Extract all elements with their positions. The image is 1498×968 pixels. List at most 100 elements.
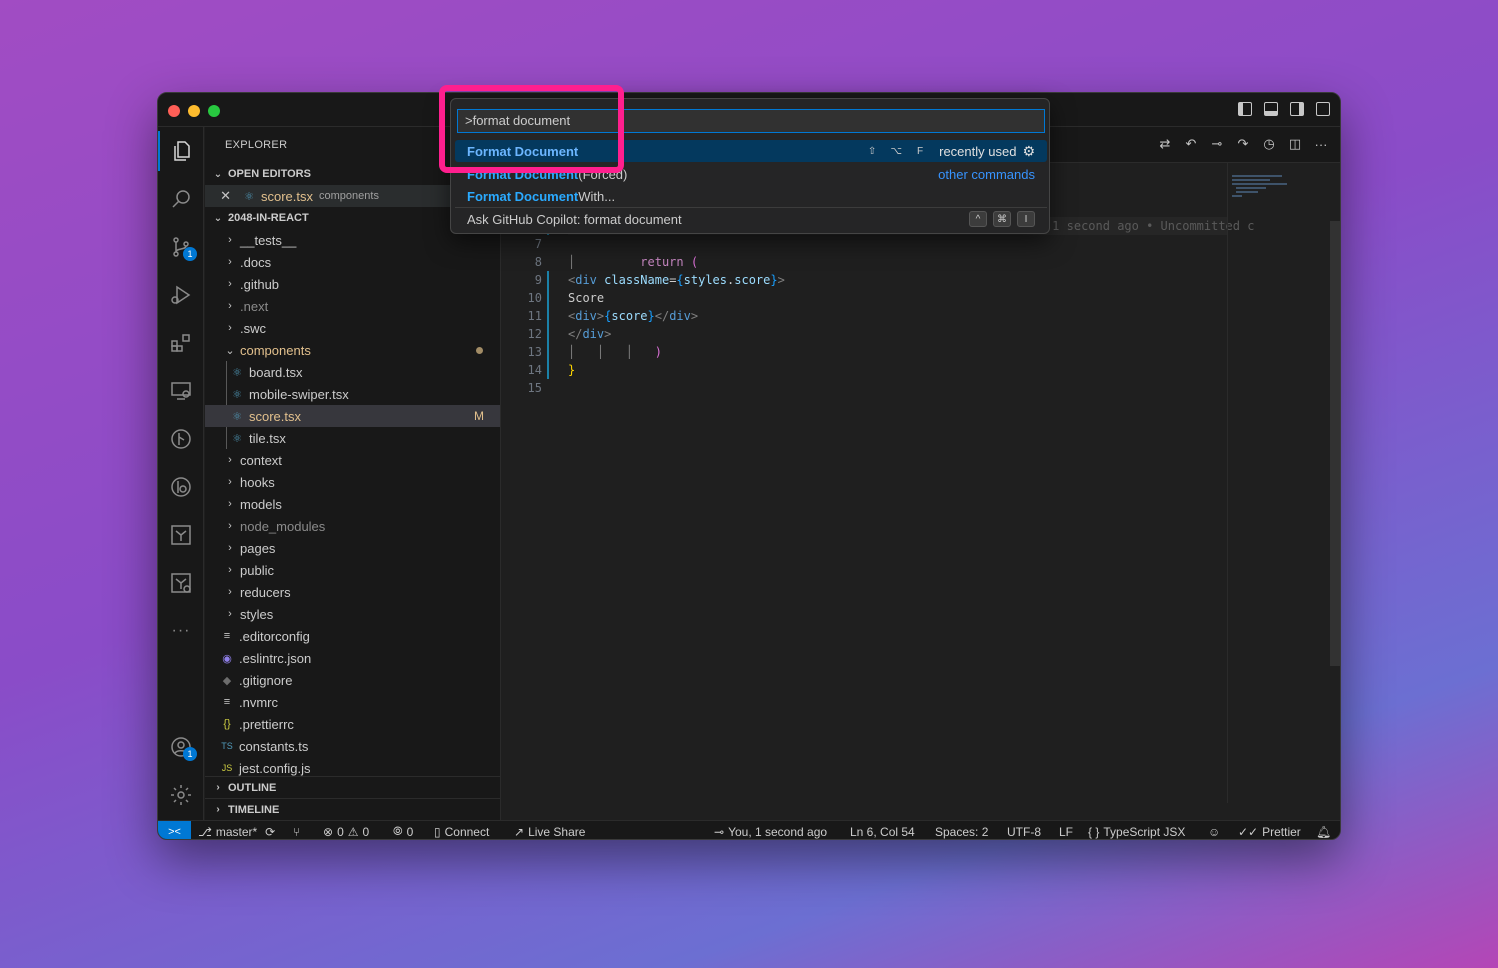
explorer-title: EXPLORER: [225, 139, 288, 151]
remote-explorer-icon[interactable]: [158, 371, 204, 411]
shift-key: ⇧: [867, 145, 877, 157]
git-graph-icon[interactable]: [158, 419, 204, 459]
search-icon[interactable]: [158, 179, 204, 219]
gear-icon[interactable]: ⚙: [1022, 143, 1035, 160]
ports-status[interactable]: ⦾ 0: [393, 821, 413, 839]
folder-public[interactable]: › public: [205, 559, 500, 581]
file-board[interactable]: ⚛ board.tsx: [205, 361, 500, 383]
folder-components[interactable]: ⌄ components: [205, 339, 500, 361]
minimap[interactable]: [1227, 163, 1340, 803]
tree-view-icon[interactable]: [158, 515, 204, 555]
error-icon: ⊗: [323, 824, 334, 839]
database-icon: ▯: [434, 824, 441, 839]
palette-item-ask-copilot[interactable]: Ask GitHub Copilot: format document ^ ⌘ …: [455, 208, 1047, 230]
close-editor-icon[interactable]: ✕: [205, 188, 231, 204]
folder-next[interactable]: › .next: [205, 295, 500, 317]
run-debug-icon[interactable]: [158, 275, 204, 315]
customize-layout-icon[interactable]: [1316, 102, 1330, 116]
chevron-down-icon: ⌄: [213, 168, 223, 180]
split-editor-icon[interactable]: ◫: [1288, 136, 1302, 151]
commit-icon[interactable]: ⊸: [1210, 136, 1224, 151]
react-file-icon: ⚛: [232, 388, 242, 401]
folder-swc[interactable]: › .swc: [205, 317, 500, 339]
file-editorconfig[interactable]: ≡ .editorconfig: [205, 625, 500, 647]
source-control-icon[interactable]: 1: [158, 227, 204, 267]
chevron-right-icon: ›: [216, 804, 220, 815]
toggle-primary-sidebar-icon[interactable]: [1238, 102, 1252, 116]
folder-reducers[interactable]: › reducers: [205, 581, 500, 603]
open-editor-name: score.tsx: [261, 188, 314, 204]
go-back-icon[interactable]: ↶: [1184, 136, 1198, 151]
explorer-icon[interactable]: [158, 131, 204, 171]
file-score[interactable]: ⚛ score.tsx M: [205, 405, 500, 427]
minimize-window-button[interactable]: [188, 105, 200, 117]
chevron-right-icon: ›: [228, 234, 232, 246]
encoding-status[interactable]: UTF-8: [1007, 821, 1041, 839]
live-share-status[interactable]: ↗ Live Share: [514, 821, 585, 839]
minimap-line: [1236, 187, 1266, 189]
file-eslintrc[interactable]: ◉ .eslintrc.json: [205, 647, 500, 669]
folder-node-modules[interactable]: › node_modules: [205, 515, 500, 537]
folder-github[interactable]: › .github: [205, 273, 500, 295]
accounts-icon[interactable]: 1: [158, 727, 204, 767]
more-icon[interactable]: ···: [158, 611, 204, 651]
folder-pages[interactable]: › pages: [205, 537, 500, 559]
chevron-right-icon: ›: [228, 586, 232, 598]
extensions-icon[interactable]: [158, 323, 204, 363]
file-nvmrc[interactable]: ≡ .nvmrc: [205, 691, 500, 713]
line-number: 10: [527, 291, 542, 305]
outline-header[interactable]: › OUTLINE: [205, 776, 500, 798]
cursor-position[interactable]: Ln 6, Col 54: [850, 821, 915, 839]
eol-status[interactable]: LF: [1059, 821, 1073, 839]
more-actions-icon[interactable]: ···: [1314, 137, 1328, 152]
blame-status[interactable]: ⊸ You, 1 second ago: [714, 821, 827, 839]
file-gitignore[interactable]: ◆ .gitignore: [205, 669, 500, 691]
folder-context[interactable]: › context: [205, 449, 500, 471]
gitlens-icon[interactable]: [158, 467, 204, 507]
chevron-right-icon: ›: [228, 476, 232, 488]
live-share-icon: ↗: [514, 824, 525, 839]
file-constants[interactable]: TS constants.ts: [205, 735, 500, 757]
maximize-window-button[interactable]: [208, 105, 220, 117]
language-status[interactable]: { } TypeScript JSX: [1088, 821, 1185, 839]
open-changes-icon[interactable]: ⇄: [1158, 136, 1172, 151]
branch-status[interactable]: ⎇ master* ⟳: [198, 821, 275, 839]
other-commands-link[interactable]: other commands: [938, 167, 1035, 182]
chevron-right-icon: ›: [228, 322, 232, 334]
chevron-right-icon: ›: [228, 608, 232, 620]
minimap-line: [1232, 183, 1287, 185]
tree-view-alt-icon[interactable]: [158, 563, 204, 603]
eslint-file-icon: ◉: [222, 652, 232, 665]
folder-models[interactable]: › models: [205, 493, 500, 515]
close-window-button[interactable]: [168, 105, 180, 117]
toggle-panel-icon[interactable]: [1264, 102, 1278, 116]
react-file-icon: ⚛: [232, 432, 242, 445]
palette-item-format-document-with[interactable]: Format Document With...: [455, 185, 1047, 207]
file-tile[interactable]: ⚛ tile.tsx: [205, 427, 500, 449]
settings-file-icon: ≡: [223, 630, 231, 642]
file-mobile-swiper[interactable]: ⚛ mobile-swiper.tsx: [205, 383, 500, 405]
notifications-bell-icon[interactable]: 🔔︎: [1316, 821, 1331, 839]
graph-status-icon[interactable]: ⑂: [293, 821, 300, 839]
folder-docs[interactable]: › .docs: [205, 251, 500, 273]
timeline-icon[interactable]: ◷: [1262, 136, 1276, 151]
chevron-down-icon: ⌄: [213, 212, 223, 224]
prettier-status[interactable]: ✓✓ Prettier: [1238, 821, 1301, 839]
folder-hooks[interactable]: › hooks: [205, 471, 500, 493]
line-number: 9: [534, 273, 542, 287]
vertical-scrollbar[interactable]: [1330, 221, 1340, 666]
folder-styles[interactable]: › styles: [205, 603, 500, 625]
code-editor[interactable]: 3 4 5 6 7 8 9 10 11 12 13 14 15 import {…: [502, 163, 1254, 803]
problems-status[interactable]: ⊗ 0 ⚠ 0: [323, 821, 369, 839]
go-forward-icon[interactable]: ↷: [1236, 136, 1250, 151]
remote-indicator-icon[interactable]: ><: [158, 821, 191, 839]
connect-status[interactable]: ▯ Connect: [434, 821, 489, 839]
chevron-right-icon: ›: [228, 564, 232, 576]
toggle-secondary-sidebar-icon[interactable]: [1290, 102, 1304, 116]
minimap-line: [1236, 191, 1258, 193]
copilot-icon[interactable]: ☺: [1208, 821, 1220, 839]
indentation-status[interactable]: Spaces: 2: [935, 821, 988, 839]
timeline-header[interactable]: › TIMELINE: [205, 798, 500, 820]
manage-gear-icon[interactable]: [158, 775, 204, 815]
file-prettierrc[interactable]: {} .prettierrc: [205, 713, 500, 735]
